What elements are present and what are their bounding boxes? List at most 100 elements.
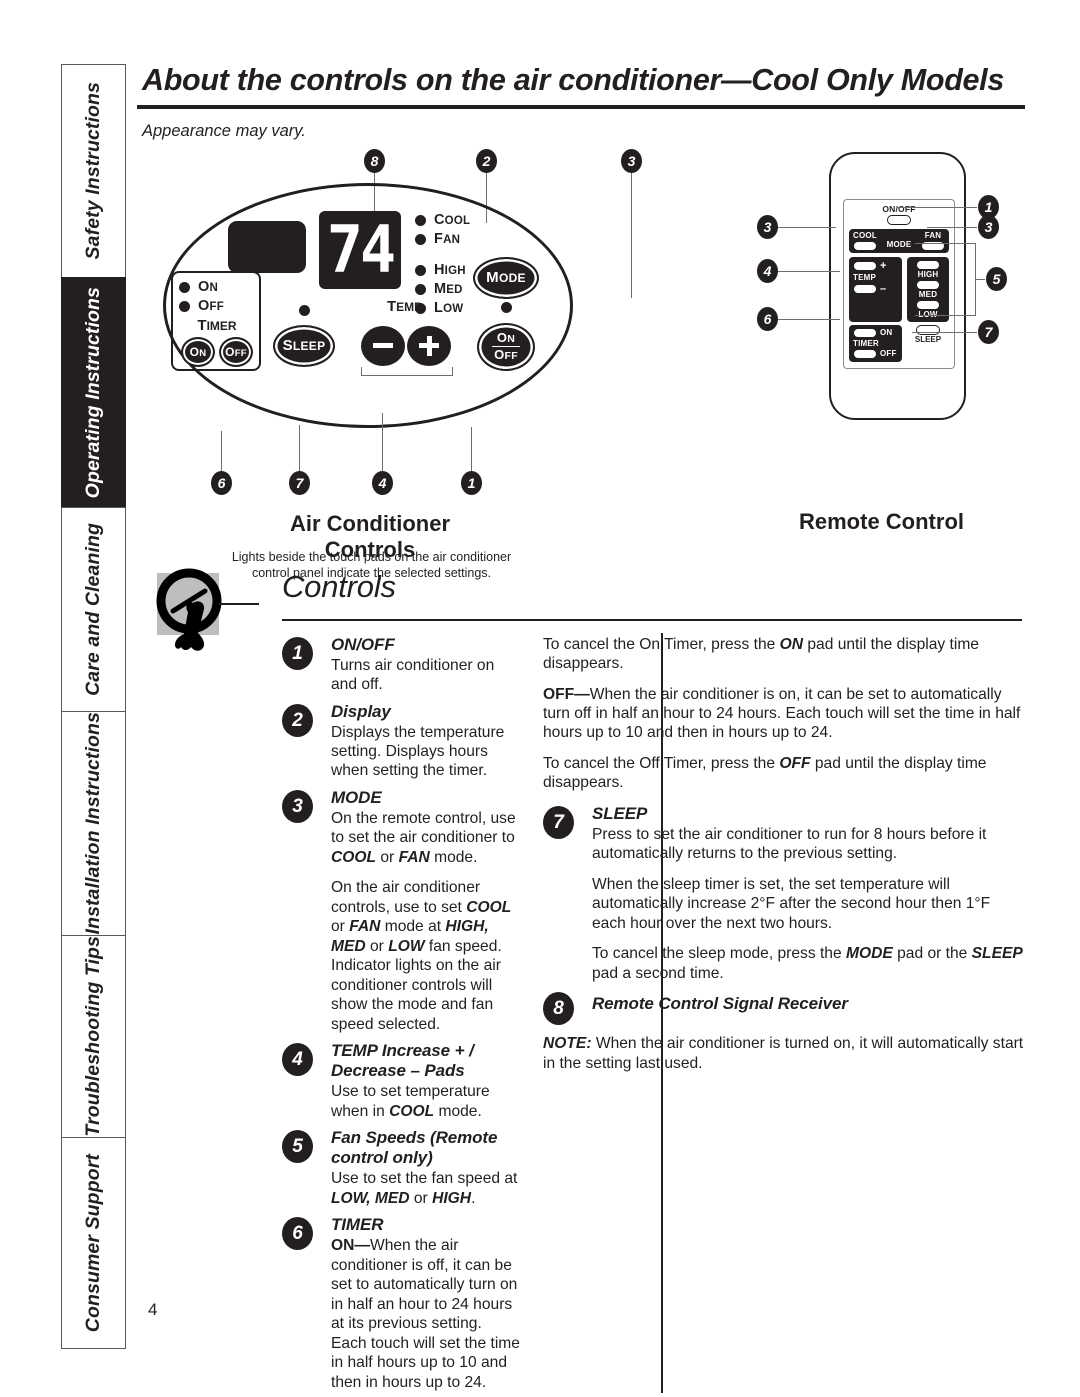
callout-4-temp: 4 [372,470,393,495]
remote-timer-group: ON TIMER OFF [849,324,902,362]
display-lcd: 74 [319,210,401,289]
timer-off-label: OFF [225,344,247,359]
remote-onoff-button[interactable] [887,214,911,225]
tab-label: Care and Cleaning [82,522,104,696]
remote-cool-button[interactable] [853,240,877,251]
remote-temp-up-button[interactable] [853,260,877,271]
display-value: 74 [326,211,396,288]
indicator-timer-on: ON [179,278,259,297]
remote-caption: Remote Control [799,508,964,534]
leader-line [778,226,836,228]
remote-timer-off-button[interactable] [853,348,877,359]
item-number-badge: 6 [282,1217,313,1251]
remote-timer-on-label: ON [880,328,893,338]
temp-pads [361,325,453,366]
control-item-4: 4 TEMP Increase + / Decrease – Pads Use … [282,1041,521,1121]
remote-timer-on-button[interactable] [853,327,877,338]
callout-7-remote-sleep: 7 [978,319,999,344]
remote-temp-group: + TEMP – [849,256,902,322]
item-title: Display [331,701,391,721]
timer-off-text: OFF—When the air conditioner is on, it c… [543,685,1021,742]
temp-bracket [361,366,453,376]
item-body-3: To cancel the sleep mode, press the MODE… [592,945,1023,982]
controls-heading-block: Controls [137,567,1025,651]
remote-high-button[interactable] [916,259,940,270]
remote-sleep-label: SLEEP [914,334,942,344]
sidebar-tab-operating-instructions[interactable]: Operating Instructions [61,277,126,508]
page-number: 4 [148,1300,158,1319]
callout-6-remote-timer: 6 [757,306,778,331]
controls-title: Controls [282,568,396,604]
remote-mode-group: COOL MODE FAN [849,228,949,253]
remote-control: ON/OFF COOL MODE FAN + TEMP – HIGH MED O… [829,151,966,420]
sleep-button[interactable]: SLEEP [273,324,335,367]
remote-onoff-label: ON/OFF [882,203,916,214]
indicator-light-power-icon [501,301,512,313]
indicator-light-icon [415,283,426,295]
indicator-light-icon [179,281,190,293]
temp-label: TEMP [387,297,423,315]
mode-button-label: MODE [486,269,526,287]
item-number-badge: 1 [282,636,313,670]
leader-line [299,424,301,471]
remote-keypad-area: ON/OFF COOL MODE FAN + TEMP – HIGH MED O… [843,198,955,369]
sidebar-tab-consumer-support[interactable]: Consumer Support [61,1136,126,1349]
leader-line [912,331,977,333]
power-on-off-button[interactable]: ON OFF [477,322,535,371]
tab-label: Installation Instructions [82,712,104,935]
remote-sleep-button[interactable] [916,324,940,335]
item-title: Remote Control Signal Receiver [592,994,848,1014]
remote-mode-label: MODE [886,240,912,250]
leader-line [927,226,977,228]
item-body: Turns air conditioner on and off. [331,656,495,694]
indicator-cool: COOL [415,211,470,230]
item-number-badge: 4 [282,1043,313,1077]
item-number-badge: 8 [543,992,574,1026]
callout-3-remote-mode-right: 3 [978,214,999,239]
sidebar-tab-installation-instructions[interactable]: Installation Instructions [61,710,126,936]
tab-label: Troubleshooting Tips [82,936,104,1137]
tab-label: Operating Instructions [82,286,104,499]
temp-increase-button[interactable] [407,325,451,366]
timer-label: TIMER [197,316,237,334]
callout-5-remote-fan-speeds: 5 [986,266,1007,291]
leader-line [778,318,840,320]
page-content: About the controls on the air conditione… [137,63,1025,1394]
tab-label: Consumer Support [82,1153,104,1332]
manual-page: Safety Instructions Operating Instructio… [0,0,1080,1397]
callout-7-sleep: 7 [289,470,310,495]
item-title: TIMER [331,1215,384,1235]
remote-timer-off-label: OFF [880,349,897,359]
sidebar-tab-troubleshooting-tips[interactable]: Troubleshooting Tips [61,934,126,1138]
air-conditioner-control-panel: 74 COOL FAN HIGH MED LOW MODE ON OFF TIM… [163,182,573,428]
remote-timer-label: TIMER [853,338,879,348]
indicator-label: HIGH [434,262,466,279]
item-body: Displays the temperature setting. Displa… [331,723,505,780]
sidebar-tab-safety-instructions[interactable]: Safety Instructions [61,64,126,279]
power-on-label: ON [496,330,516,346]
tab-label: Safety Instructions [82,82,104,260]
remote-temp-down-button[interactable] [853,283,877,294]
remote-med-button[interactable] [916,279,940,290]
timer-cancel-on-text: To cancel the On Timer, press the ON pad… [543,635,979,673]
leader-line [897,206,977,208]
timer-off-button[interactable]: OFF [219,336,253,367]
callout-2-display: 2 [476,148,497,173]
controls-divider [282,618,1022,621]
item-title: SLEEP [592,803,648,823]
sidebar-tab-care-and-cleaning[interactable]: Care and Cleaning [61,506,126,712]
indicator-low: LOW [415,299,466,318]
leader-line [221,430,223,471]
item-body: Press to set the air conditioner to run … [592,825,987,863]
item-number-badge: 3 [282,789,313,823]
temp-decrease-button[interactable] [361,325,405,366]
item-title: TEMP Increase + / Decrease – Pads [331,1041,474,1081]
indicator-light-sleep-icon [299,304,310,316]
timer-on-button[interactable]: ON [181,336,215,367]
title-divider [137,104,1025,109]
controls-columns: 1 ON/OFF Turns air conditioner on and of… [137,632,1025,1397]
mode-button[interactable]: MODE [473,256,539,299]
remote-fan-label: FAN [924,230,942,240]
remote-low-button[interactable] [916,299,940,310]
indicator-med: MED [415,280,466,299]
